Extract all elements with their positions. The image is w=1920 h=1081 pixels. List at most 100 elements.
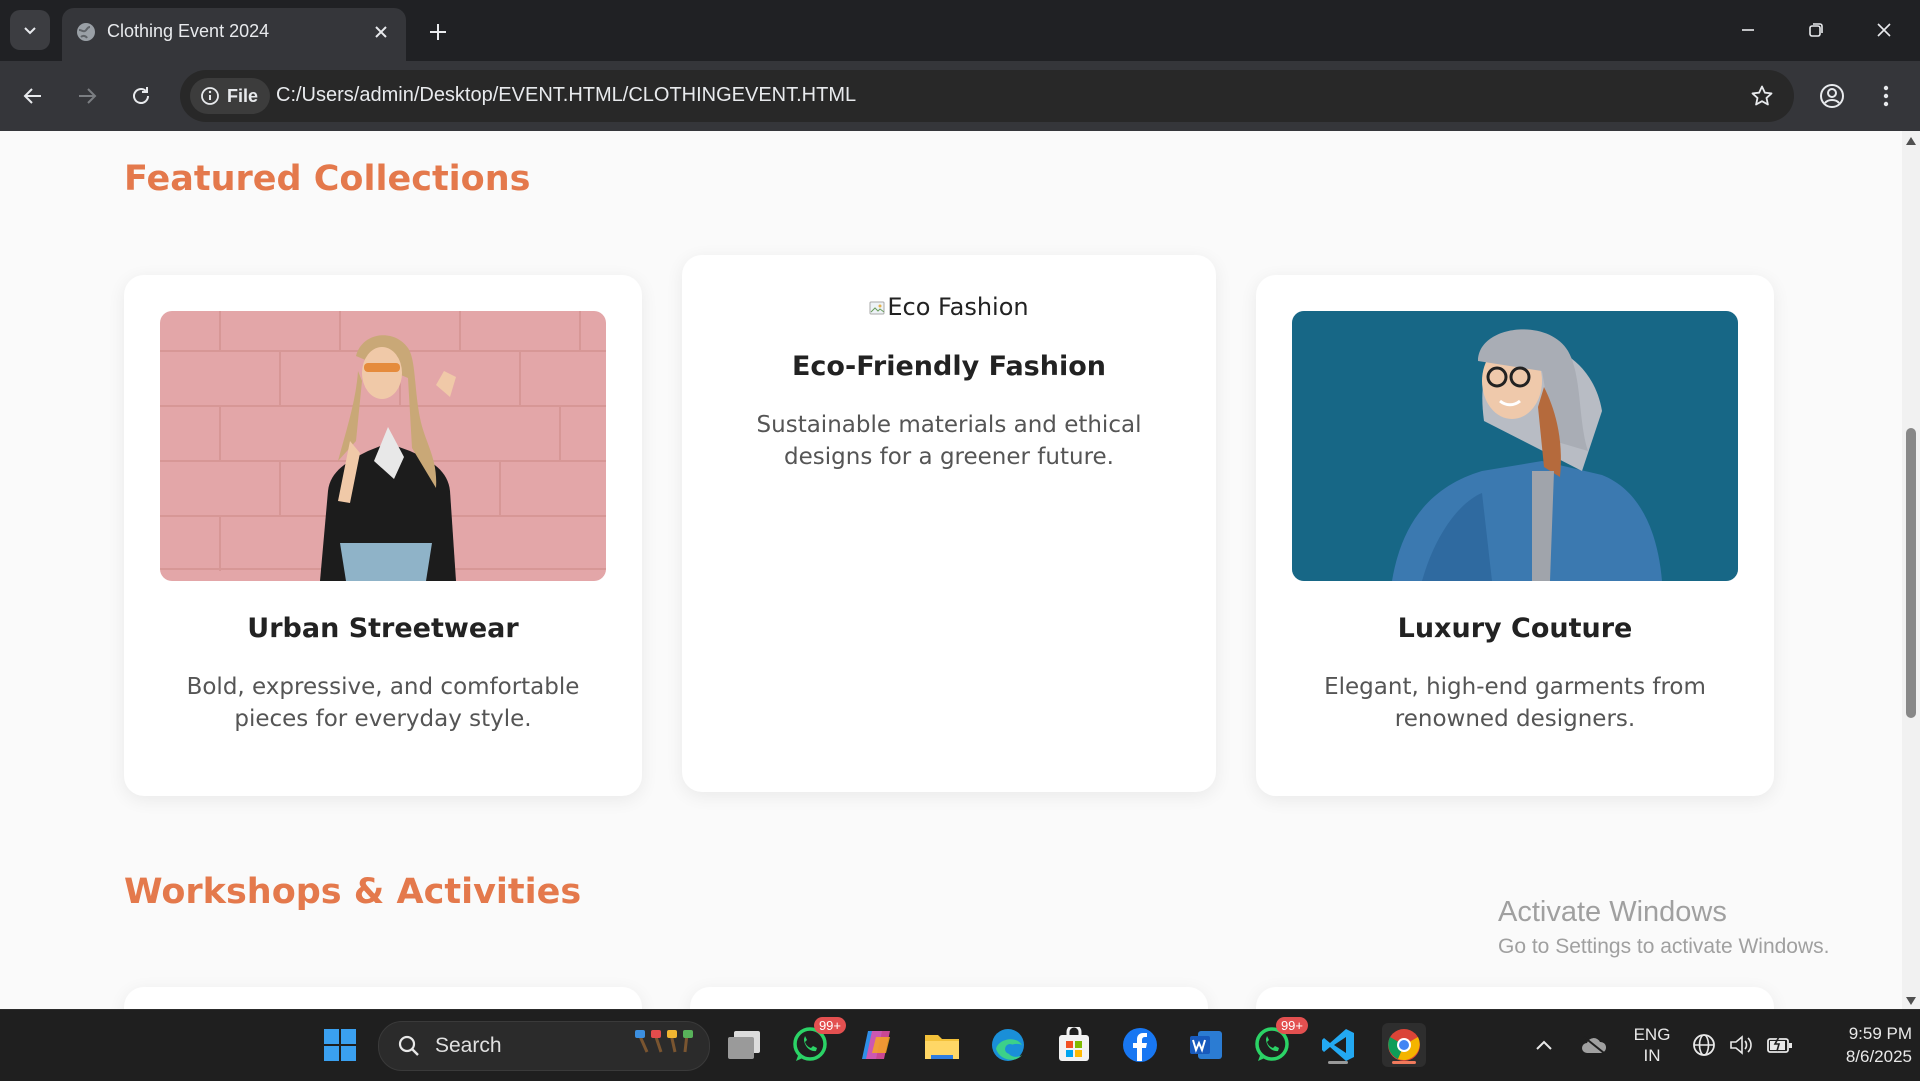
globe-icon — [1693, 1034, 1715, 1056]
collection-card-urban[interactable]: Urban Streetwear Bold, expressive, and c… — [124, 275, 642, 796]
language-code: ENG — [1633, 1025, 1671, 1044]
scroll-up-icon[interactable] — [1906, 137, 1916, 145]
close-icon — [375, 26, 387, 38]
broken-image-icon — [869, 301, 885, 315]
tab-bar: Clothing Event 2024 — [0, 0, 1920, 61]
reload-button[interactable] — [119, 74, 163, 118]
activate-windows-title: Activate Windows — [1498, 896, 1727, 928]
file-explorer-button[interactable] — [920, 1023, 964, 1067]
chrome-icon — [1388, 1029, 1420, 1061]
edge-icon — [992, 1029, 1024, 1061]
eco-fashion-image: Eco Fashion — [682, 293, 1216, 321]
profile-icon — [1820, 84, 1844, 108]
facebook-icon — [1123, 1028, 1157, 1062]
whatsapp-taskbar-button[interactable]: 99+ — [788, 1017, 846, 1067]
scrollbar-thumb[interactable] — [1906, 428, 1916, 718]
plus-icon — [430, 24, 446, 40]
profile-button[interactable] — [1810, 74, 1854, 118]
restore-button[interactable] — [1782, 0, 1850, 60]
windows-taskbar: Search 99+ 99+ ENG IN 9:59 PM 8/6/2025 — [0, 1009, 1920, 1081]
clock[interactable]: 9:59 PM 8/6/2025 — [1806, 1022, 1912, 1068]
forward-button[interactable] — [65, 74, 109, 118]
copilot-icon — [862, 1031, 890, 1059]
minimize-icon — [1742, 29, 1754, 31]
image-alt-text: Eco Fashion — [887, 293, 1029, 321]
volume-button[interactable] — [1724, 1023, 1760, 1067]
urban-streetwear-image — [160, 311, 606, 581]
clock-time: 9:59 PM — [1848, 1024, 1912, 1043]
notification-badge: 99+ — [1275, 1017, 1308, 1034]
task-view-button[interactable] — [722, 1023, 766, 1067]
copilot-taskbar-button[interactable] — [854, 1023, 898, 1067]
paintbrushes-icon — [635, 1030, 693, 1053]
bookmark-button[interactable] — [1746, 80, 1778, 112]
folder-icon — [925, 1035, 959, 1059]
new-tab-button[interactable] — [418, 14, 458, 50]
workshop-card[interactable] — [690, 987, 1208, 1009]
activate-windows-subtitle: Go to Settings to activate Windows. — [1498, 935, 1830, 958]
vscode-taskbar-button[interactable] — [1316, 1023, 1360, 1067]
notification-badge: 99+ — [813, 1017, 846, 1034]
show-hidden-icons-button[interactable] — [1524, 1023, 1564, 1067]
chevron-up-icon — [1536, 1040, 1552, 1050]
menu-button[interactable] — [1864, 74, 1908, 118]
star-icon — [1751, 85, 1773, 106]
info-icon — [201, 87, 219, 105]
store-icon — [1059, 1027, 1089, 1061]
more-vertical-icon — [1883, 85, 1889, 107]
whatsapp-taskbar-button-2[interactable]: 99+ — [1250, 1017, 1308, 1067]
scroll-down-icon[interactable] — [1906, 997, 1916, 1005]
minimize-button[interactable] — [1714, 0, 1782, 60]
windows-logo-icon — [324, 1029, 356, 1061]
taskbar-search[interactable]: Search — [378, 1021, 710, 1071]
language-indicator[interactable]: ENG IN — [1626, 1024, 1678, 1066]
page-scrollbar[interactable] — [1902, 131, 1920, 1009]
edge-taskbar-button[interactable] — [986, 1023, 1030, 1067]
workshop-card[interactable] — [1256, 987, 1774, 1009]
start-button[interactable] — [318, 1023, 362, 1067]
store-taskbar-button[interactable] — [1052, 1023, 1096, 1067]
chevron-down-icon — [24, 27, 36, 35]
task-view-icon — [728, 1031, 760, 1059]
word-taskbar-button[interactable] — [1184, 1023, 1228, 1067]
address-bar[interactable]: File C:/Users/admin/Desktop/EVENT.HTML/C… — [180, 70, 1794, 122]
collection-card-eco[interactable]: Eco Fashion Eco-Friendly Fashion Sustain… — [682, 255, 1216, 792]
workshop-card[interactable] — [124, 987, 642, 1009]
back-button[interactable] — [11, 74, 55, 118]
site-info-chip[interactable]: File — [190, 78, 271, 114]
battery-button[interactable] — [1762, 1023, 1798, 1067]
page-viewport: Featured Collections Urban Streetwear Bo… — [0, 131, 1902, 1009]
active-indicator — [1328, 1061, 1348, 1064]
network-button[interactable] — [1686, 1023, 1722, 1067]
vscode-icon — [1322, 1029, 1354, 1061]
featured-collections-title: Featured Collections — [124, 159, 531, 199]
search-icon — [398, 1035, 419, 1056]
search-label: Search — [435, 1034, 502, 1057]
card-title: Urban Streetwear — [247, 613, 519, 644]
facebook-taskbar-button[interactable] — [1118, 1023, 1162, 1067]
file-chip-label: File — [227, 85, 259, 106]
card-description: Sustainable materials and ethical design… — [756, 412, 1142, 470]
card-title: Luxury Couture — [1397, 613, 1633, 644]
cloud-offline-icon — [1582, 1036, 1607, 1054]
browser-tab[interactable]: Clothing Event 2024 — [62, 8, 406, 61]
url-text[interactable]: C:/Users/admin/Desktop/EVENT.HTML/CLOTHI… — [276, 84, 856, 107]
arrow-left-icon — [23, 88, 41, 104]
chrome-taskbar-button[interactable] — [1382, 1023, 1426, 1067]
onedrive-button[interactable] — [1572, 1023, 1616, 1067]
region-code: IN — [1643, 1046, 1661, 1065]
close-window-button[interactable] — [1850, 0, 1918, 60]
tab-close-button[interactable] — [368, 19, 394, 45]
card-description: Elegant, high-end garments from renowned… — [1324, 674, 1706, 732]
active-indicator — [1392, 1061, 1416, 1064]
card-description: Bold, expressive, and comfortable pieces… — [186, 674, 580, 732]
tab-search-button[interactable] — [10, 10, 50, 50]
luxury-couture-image — [1292, 311, 1738, 581]
collection-card-luxury[interactable]: Luxury Couture Elegant, high-end garment… — [1256, 275, 1774, 796]
tab-title: Clothing Event 2024 — [107, 21, 270, 41]
arrow-right-icon — [79, 88, 97, 104]
card-title: Eco-Friendly Fashion — [791, 351, 1106, 382]
browser-toolbar: File C:/Users/admin/Desktop/EVENT.HTML/C… — [0, 61, 1920, 131]
speaker-icon — [1730, 1035, 1752, 1055]
reload-icon — [133, 87, 149, 104]
